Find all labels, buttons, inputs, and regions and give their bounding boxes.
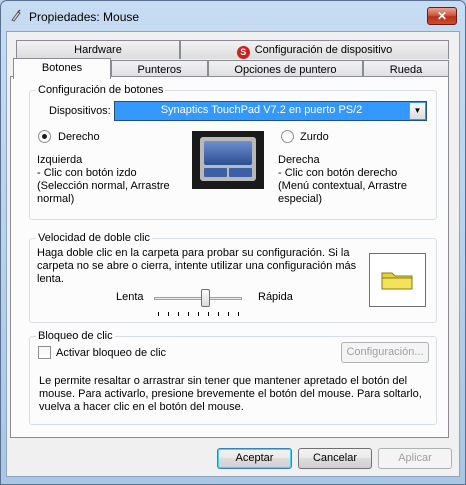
- left-column-title: Izquierda: [37, 154, 83, 166]
- right-column-line2: (Menú contextual, Arrastre especial): [278, 180, 408, 205]
- slider-tick: [198, 312, 199, 316]
- devices-label: Dispositivos:: [49, 105, 111, 117]
- double-click-description: Haga doble clic en la carpeta para proba…: [37, 247, 357, 285]
- slider-tick: [168, 312, 169, 316]
- slider-tick: [218, 312, 219, 316]
- device-dropdown[interactable]: Synaptics TouchPad V7.2 en puerto PS/2 ▼: [114, 101, 427, 121]
- right-column-title: Derecha: [278, 154, 320, 166]
- synaptics-icon: S: [236, 46, 250, 59]
- slider-tick: [188, 312, 189, 316]
- tab-label: Punteros: [137, 64, 182, 76]
- test-folder-area[interactable]: [369, 253, 426, 307]
- slider-thumb[interactable]: [201, 289, 210, 307]
- double-click-speed-slider[interactable]: [154, 297, 242, 300]
- left-column-line2: (Selección normal, Arrastre normal): [37, 180, 170, 205]
- tab-hardware[interactable]: Hardware: [16, 40, 180, 59]
- tab-label: Opciones de puntero: [234, 64, 337, 76]
- apply-button[interactable]: Aplicar: [378, 448, 452, 469]
- window-title: Propiedades: Mouse: [29, 10, 140, 24]
- click-lock-description: Le permite resaltar o arrastrar sin tene…: [39, 375, 422, 413]
- tab-label: Configuración de dispositivo: [254, 44, 393, 56]
- slow-label: Lenta: [116, 291, 144, 303]
- click-lock-checkbox[interactable]: [38, 346, 51, 359]
- tab-label: Botones: [41, 62, 83, 74]
- left-handed-label[interactable]: Zurdo: [300, 131, 329, 144]
- fast-label: Rápida: [258, 291, 293, 303]
- slider-tick: [238, 312, 239, 316]
- tab-buttons[interactable]: Botones: [13, 58, 111, 79]
- right-handed-label[interactable]: Derecho: [58, 131, 100, 144]
- group-label: Bloqueo de clic: [36, 329, 115, 343]
- right-column-line1: - Clic con botón derecho: [278, 167, 398, 179]
- group-label: Velocidad de doble clic: [36, 231, 152, 245]
- tab-label: Hardware: [74, 44, 122, 56]
- slider-tick: [158, 312, 159, 316]
- slider-tick: [208, 312, 209, 316]
- group-label: Configuración de botones: [36, 83, 166, 97]
- left-column-line1: - Clic con botón izdo: [37, 167, 137, 179]
- device-dropdown-value: Synaptics TouchPad V7.2 en puerto PS/2: [160, 104, 363, 116]
- slider-tick: [178, 312, 179, 316]
- right-handed-radio[interactable]: [38, 130, 51, 143]
- tab-device-settings[interactable]: S Configuración de dispositivo: [180, 40, 449, 59]
- folder-icon[interactable]: [369, 253, 426, 307]
- left-handed-radio[interactable]: [281, 130, 294, 143]
- chevron-down-icon[interactable]: ▼: [409, 103, 425, 119]
- mouse-icon: [11, 9, 21, 22]
- click-lock-label[interactable]: Activar bloqueo de clic: [56, 347, 166, 360]
- ok-button[interactable]: Aceptar: [217, 448, 292, 469]
- slider-tick: [228, 312, 229, 316]
- touchpad-icon: [192, 131, 264, 189]
- tab-label: Rueda: [389, 64, 423, 76]
- title-bar[interactable]: Propiedades: Mouse ✕: [1, 1, 465, 31]
- click-lock-settings-button[interactable]: Configuración...: [341, 342, 429, 363]
- close-button[interactable]: ✕: [427, 7, 457, 25]
- cancel-button[interactable]: Cancelar: [298, 448, 372, 469]
